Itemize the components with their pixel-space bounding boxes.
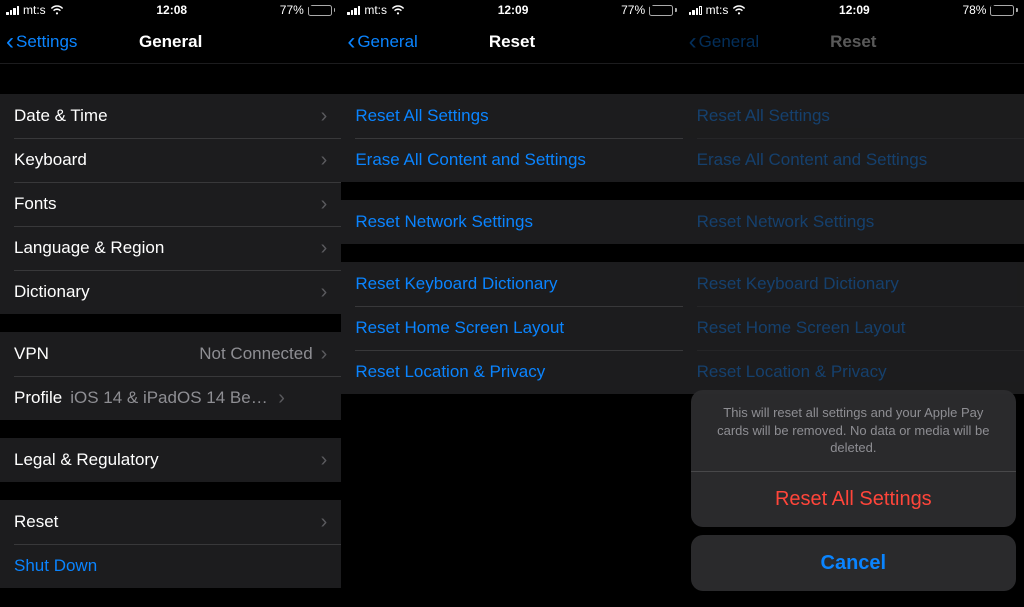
carrier-label: mt:s bbox=[364, 3, 387, 17]
sheet-cancel-button[interactable]: Cancel bbox=[691, 535, 1016, 591]
nav-bar: ‹ General Reset bbox=[683, 20, 1024, 64]
row-reset[interactable]: Reset› bbox=[0, 500, 341, 544]
reset-location-privacy[interactable]: Reset Location & Privacy bbox=[341, 350, 682, 394]
profile-value: iOS 14 & iPadOS 14 Beta Softwar… bbox=[70, 388, 270, 408]
chevron-right-icon: › bbox=[321, 105, 328, 128]
wifi-icon bbox=[50, 5, 64, 15]
screen-reset-confirm: mt:s 12:09 78% ✦ ‹ General Reset Reset A… bbox=[683, 0, 1024, 607]
chevron-left-icon: ‹ bbox=[6, 30, 14, 54]
row-date-time[interactable]: Date & Time› bbox=[0, 94, 341, 138]
erase-all-content[interactable]: Erase All Content and Settings bbox=[341, 138, 682, 182]
battery-icon: ✦ bbox=[990, 5, 1018, 16]
back-button[interactable]: ‹ General bbox=[341, 30, 417, 54]
nav-bar: ‹ General Reset bbox=[341, 20, 682, 64]
status-right: 77% ✦ bbox=[280, 3, 336, 17]
status-time: 12:09 bbox=[498, 3, 529, 17]
row-legal-regulatory[interactable]: Legal & Regulatory› bbox=[0, 438, 341, 482]
status-bar: mt:s 12:09 78% ✦ bbox=[683, 0, 1024, 20]
reset-keyboard-dictionary: Reset Keyboard Dictionary bbox=[683, 262, 1024, 306]
reset-home-screen-layout[interactable]: Reset Home Screen Layout bbox=[341, 306, 682, 350]
reset-location-privacy: Reset Location & Privacy bbox=[683, 350, 1024, 394]
battery-pct: 78% bbox=[962, 3, 986, 17]
reset-home-screen-layout: Reset Home Screen Layout bbox=[683, 306, 1024, 350]
sheet-reset-button[interactable]: Reset All Settings bbox=[691, 471, 1016, 527]
status-time: 12:08 bbox=[156, 3, 187, 17]
signal-icon bbox=[347, 5, 360, 15]
chevron-right-icon: › bbox=[321, 193, 328, 216]
battery-pct: 77% bbox=[280, 3, 304, 17]
status-bar: mt:s 12:09 77% ✦ bbox=[341, 0, 682, 20]
wifi-icon bbox=[732, 5, 746, 15]
group-reset-c: Reset Keyboard Dictionary Reset Home Scr… bbox=[341, 262, 682, 394]
group-vpn-profile: VPNNot Connected› ProfileiOS 14 & iPadOS… bbox=[0, 332, 341, 420]
row-profile[interactable]: ProfileiOS 14 & iPadOS 14 Beta Softwar…› bbox=[0, 376, 341, 420]
carrier-label: mt:s bbox=[23, 3, 46, 17]
group-reset-shutdown: Reset› Shut Down bbox=[0, 500, 341, 588]
group-reset-a: Reset All Settings Erase All Content and… bbox=[683, 94, 1024, 182]
battery-icon: ✦ bbox=[649, 5, 677, 16]
group-reset-b: Reset Network Settings bbox=[683, 200, 1024, 244]
group-datetime: Date & Time› Keyboard› Fonts› Language &… bbox=[0, 94, 341, 314]
wifi-icon bbox=[391, 5, 405, 15]
reset-all-settings: Reset All Settings bbox=[683, 94, 1024, 138]
group-reset-c: Reset Keyboard Dictionary Reset Home Scr… bbox=[683, 262, 1024, 394]
chevron-right-icon: › bbox=[321, 149, 328, 172]
battery-icon: ✦ bbox=[308, 5, 336, 16]
screen-general: mt:s 12:08 77% ✦ ‹ Settings General Date… bbox=[0, 0, 341, 607]
group-reset-a: Reset All Settings Erase All Content and… bbox=[341, 94, 682, 182]
reset-network-settings: Reset Network Settings bbox=[683, 200, 1024, 244]
chevron-right-icon: › bbox=[321, 511, 328, 534]
status-left: mt:s bbox=[347, 3, 405, 17]
chevron-left-icon: ‹ bbox=[689, 30, 697, 54]
back-label: Settings bbox=[16, 32, 77, 52]
row-shut-down[interactable]: Shut Down bbox=[0, 544, 341, 588]
sheet-message: This will reset all settings and your Ap… bbox=[691, 390, 1016, 471]
group-reset-b: Reset Network Settings bbox=[341, 200, 682, 244]
group-legal: Legal & Regulatory› bbox=[0, 438, 341, 482]
carrier-label: mt:s bbox=[706, 3, 729, 17]
battery-pct: 77% bbox=[621, 3, 645, 17]
row-language-region[interactable]: Language & Region› bbox=[0, 226, 341, 270]
back-button[interactable]: ‹ Settings bbox=[0, 30, 77, 54]
nav-bar: ‹ Settings General bbox=[0, 20, 341, 64]
reset-keyboard-dictionary[interactable]: Reset Keyboard Dictionary bbox=[341, 262, 682, 306]
back-label: General bbox=[699, 32, 759, 52]
sheet-main: This will reset all settings and your Ap… bbox=[691, 390, 1016, 527]
chevron-right-icon: › bbox=[321, 237, 328, 260]
chevron-right-icon: › bbox=[321, 449, 328, 472]
status-time: 12:09 bbox=[839, 3, 870, 17]
erase-all-content: Erase All Content and Settings bbox=[683, 138, 1024, 182]
screen-reset: mt:s 12:09 77% ✦ ‹ General Reset Reset A… bbox=[341, 0, 682, 607]
chevron-left-icon: ‹ bbox=[347, 30, 355, 54]
vpn-status: Not Connected bbox=[199, 344, 312, 364]
chevron-right-icon: › bbox=[278, 387, 285, 410]
status-bar: mt:s 12:08 77% ✦ bbox=[0, 0, 341, 20]
action-sheet: This will reset all settings and your Ap… bbox=[691, 390, 1016, 599]
back-label: General bbox=[357, 32, 417, 52]
signal-icon bbox=[689, 5, 702, 15]
row-fonts[interactable]: Fonts› bbox=[0, 182, 341, 226]
status-right: 78% ✦ bbox=[962, 3, 1018, 17]
sheet-cancel-block: Cancel bbox=[691, 535, 1016, 591]
row-dictionary[interactable]: Dictionary› bbox=[0, 270, 341, 314]
chevron-right-icon: › bbox=[321, 281, 328, 304]
row-keyboard[interactable]: Keyboard› bbox=[0, 138, 341, 182]
reset-all-settings[interactable]: Reset All Settings bbox=[341, 94, 682, 138]
status-right: 77% ✦ bbox=[621, 3, 677, 17]
reset-network-settings[interactable]: Reset Network Settings bbox=[341, 200, 682, 244]
status-left: mt:s bbox=[6, 3, 64, 17]
chevron-right-icon: › bbox=[321, 343, 328, 366]
back-button: ‹ General bbox=[683, 30, 759, 54]
status-left: mt:s bbox=[689, 3, 747, 17]
row-vpn[interactable]: VPNNot Connected› bbox=[0, 332, 341, 376]
signal-icon bbox=[6, 5, 19, 15]
